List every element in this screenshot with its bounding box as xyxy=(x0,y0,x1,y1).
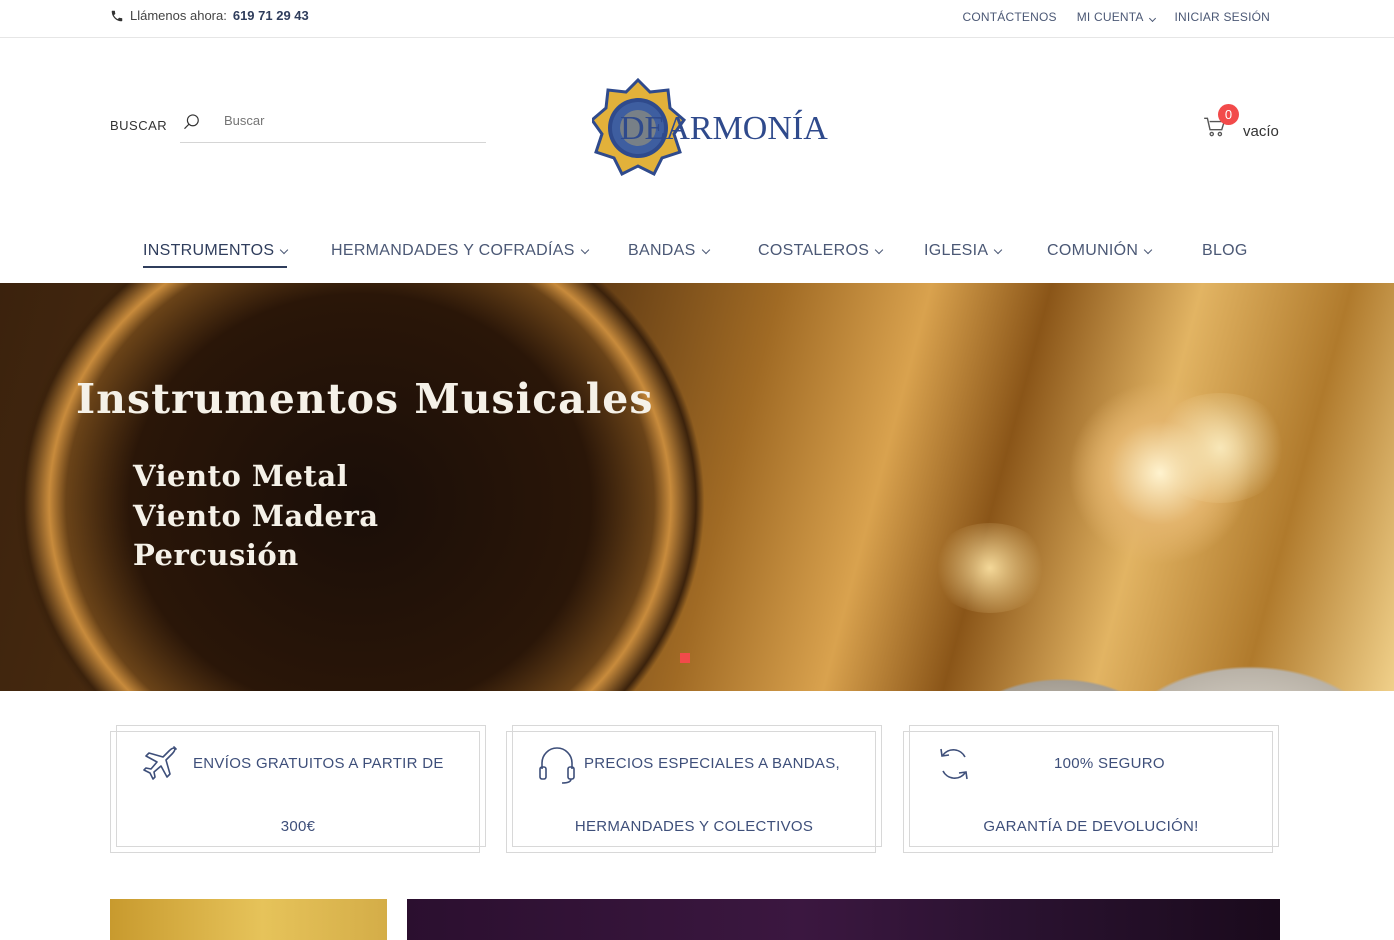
nav-item-blog[interactable]: BLOG xyxy=(1202,242,1248,260)
feature-line1: ENVÍOS GRATUITOS A PARTIR DE xyxy=(193,755,444,772)
chevron-down-icon xyxy=(580,245,589,254)
chevron-down-icon xyxy=(701,245,710,254)
feature-line1: 100% SEGURO xyxy=(1054,755,1165,772)
feature-line2: 300€ xyxy=(280,818,316,835)
nav-label: HERMANDADES Y COFRADÍAS xyxy=(331,242,575,259)
phone-info: Llámenos ahora: 619 71 29 43 xyxy=(110,8,309,23)
nav-item-hermandades[interactable]: HERMANDADES Y COFRADÍAS xyxy=(331,242,589,260)
hero-line: Viento Metal xyxy=(133,459,349,493)
nav-item-iglesia[interactable]: IGLESIA xyxy=(924,242,1003,260)
cart-status-label: vacío xyxy=(1243,123,1279,140)
feature-free-shipping: ENVÍOS GRATUITOS A PARTIR DE 300€ xyxy=(110,725,486,853)
hero-slider[interactable]: Instrumentos Musicales Viento Metal Vien… xyxy=(0,283,1394,691)
nav-label: COSTALEROS xyxy=(758,242,870,259)
hero-title: Instrumentos Musicales xyxy=(76,375,654,423)
nav-item-bandas[interactable]: BANDAS xyxy=(628,242,710,260)
phone-icon xyxy=(111,10,123,21)
chevron-down-icon xyxy=(994,245,1003,254)
nav-item-instrumentos[interactable]: INSTRUMENTOS xyxy=(143,242,289,268)
hero-key-highlight xyxy=(1150,393,1290,503)
site-logo[interactable]: DEARMONÍA xyxy=(592,78,828,178)
promo-banner-right[interactable] xyxy=(407,899,1280,940)
logo-text: DEARMONÍA xyxy=(620,110,828,147)
phone-label: Llámenos ahora: xyxy=(130,8,227,23)
search-label: BUSCAR xyxy=(110,118,168,133)
nav-item-comunion[interactable]: COMUNIÓN xyxy=(1047,242,1153,260)
promo-banner-left[interactable] xyxy=(110,899,387,940)
contact-link[interactable]: CONTÁCTENOS xyxy=(963,10,1057,24)
hero-key-highlight xyxy=(930,523,1050,613)
search-box xyxy=(180,108,486,143)
my-account-label: MI CUENTA xyxy=(1076,10,1143,24)
chevron-down-icon xyxy=(1144,245,1153,254)
search-icon[interactable] xyxy=(182,112,202,132)
feature-line2: HERMANDADES Y COLECTIVOS xyxy=(574,818,814,835)
feature-special-prices: PRECIOS ESPECIALES A BANDAS, HERMANDADES… xyxy=(506,725,882,853)
slider-indicator[interactable] xyxy=(680,653,690,663)
nav-label: BANDAS xyxy=(628,242,696,259)
chevron-down-icon xyxy=(1148,14,1156,23)
chevron-down-icon xyxy=(280,245,289,254)
top-bar: Llámenos ahora: 619 71 29 43 CONTÁCTENOS… xyxy=(0,0,1394,38)
airplane-icon xyxy=(143,746,177,780)
nav-label: COMUNIÓN xyxy=(1047,242,1139,259)
feature-line1: PRECIOS ESPECIALES A BANDAS, xyxy=(584,755,840,772)
nav-item-costaleros[interactable]: COSTALEROS xyxy=(758,242,884,260)
my-account-link[interactable]: MI CUENTA xyxy=(1076,10,1156,24)
main-nav: INSTRUMENTOS HERMANDADES Y COFRADÍAS BAN… xyxy=(0,232,1394,282)
phone-number[interactable]: 619 71 29 43 xyxy=(233,8,309,23)
chevron-down-icon xyxy=(874,245,884,254)
feature-secure-returns: 100% SEGURO GARANTÍA DE DEVOLUCIÓN! xyxy=(903,725,1279,853)
cart-button[interactable]: 0 vacío xyxy=(1202,104,1282,144)
nav-label: IGLESIA xyxy=(924,242,989,259)
nav-label: BLOG xyxy=(1202,242,1248,259)
nav-label: INSTRUMENTOS xyxy=(143,242,275,259)
headset-icon xyxy=(539,747,575,784)
cart-count-badge: 0 xyxy=(1218,104,1239,125)
search-input[interactable] xyxy=(224,113,474,128)
hero-line: Percusión xyxy=(133,538,299,572)
hero-line: Viento Madera xyxy=(133,499,379,533)
feature-line2: GARANTÍA DE DEVOLUCIÓN! xyxy=(983,818,1199,835)
login-link[interactable]: INICIAR SESIÓN xyxy=(1175,10,1270,24)
refresh-icon xyxy=(940,748,968,780)
